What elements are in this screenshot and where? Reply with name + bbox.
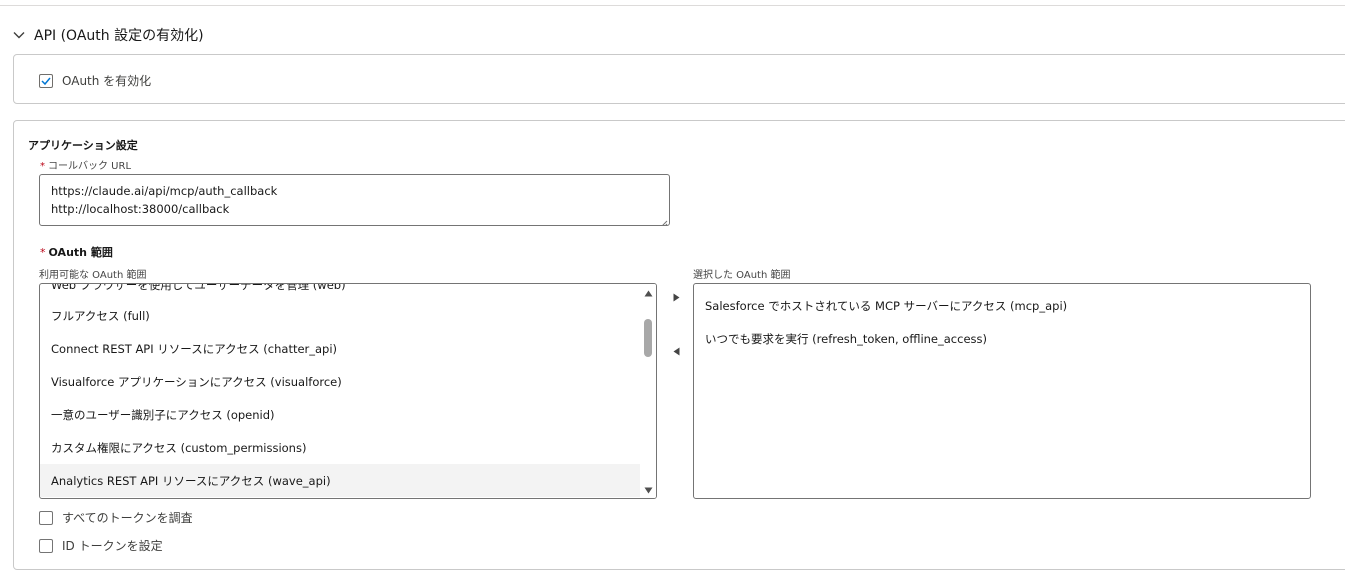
available-scope-option[interactable]: Visualforce アプリケーションにアクセス (visualforce): [40, 365, 641, 398]
callback-url-line: https://claude.ai/api/mcp/auth_callback: [51, 184, 278, 198]
introspect-tokens-checkbox[interactable]: [39, 510, 53, 525]
required-marker: *: [40, 246, 46, 259]
available-scopes-listbox[interactable]: Web ブラウザーを使用してユーザーデータを管理 (web) フルアクセス (f…: [39, 283, 657, 499]
available-scope-option[interactable]: Connect REST API リソースにアクセス (chatter_api): [40, 332, 641, 365]
enable-oauth-checkbox[interactable]: [39, 73, 53, 88]
available-scope-option-hovered[interactable]: Analytics REST API リソースにアクセス (wave_api): [40, 464, 641, 497]
available-scopes-scrollbar[interactable]: [640, 284, 656, 498]
available-scopes-label: 利用可能な OAuth 範囲: [39, 270, 147, 281]
move-left-icon[interactable]: [669, 344, 683, 358]
selected-scope-option[interactable]: いつでも要求を実行 (refresh_token, offline_access…: [694, 322, 1310, 355]
app-settings-heading: アプリケーション設定: [28, 139, 138, 152]
callback-url-label-text: コールバック URL: [48, 161, 132, 172]
resize-handle-icon[interactable]: [659, 215, 668, 225]
required-marker: *: [40, 161, 45, 172]
introspect-tokens-label: すべてのトークンを調査: [62, 511, 193, 525]
introspect-tokens-row[interactable]: すべてのトークンを調査: [39, 509, 193, 526]
scroll-up-icon[interactable]: [643, 288, 653, 298]
enable-oauth-row[interactable]: OAuth を有効化: [39, 72, 151, 89]
enable-oauth-panel: [13, 54, 1345, 104]
oauth-scopes-label-text: OAuth 範囲: [48, 246, 113, 259]
section-title: API (OAuth 設定の有効化): [34, 28, 204, 44]
configure-id-token-checkbox[interactable]: [39, 538, 53, 553]
callback-url-label: * コールバック URL: [40, 157, 131, 172]
selected-scopes-listbox[interactable]: Salesforce でホストされている MCP サーバーにアクセス (mcp_…: [693, 283, 1311, 499]
selected-scopes-label: 選択した OAuth 範囲: [693, 270, 791, 281]
available-scope-option[interactable]: 一意のユーザー識別子にアクセス (openid): [40, 398, 641, 431]
callback-url-line: http://localhost:38000/callback: [51, 202, 230, 216]
configure-id-token-row[interactable]: ID トークンを設定: [39, 537, 163, 554]
scroll-down-icon[interactable]: [643, 485, 653, 495]
available-scope-option[interactable]: カスタム権限にアクセス (custom_permissions): [40, 431, 641, 464]
oauth-scopes-label: * OAuth 範囲: [40, 244, 113, 260]
top-divider: [0, 5, 1345, 6]
callback-url-textarea[interactable]: https://claude.ai/api/mcp/auth_callback …: [39, 174, 670, 226]
configure-id-token-label: ID トークンを設定: [62, 539, 163, 553]
available-scope-option[interactable]: フルアクセス (full): [40, 299, 641, 332]
enable-oauth-label: OAuth を有効化: [62, 74, 152, 88]
selected-scope-option[interactable]: Salesforce でホストされている MCP サーバーにアクセス (mcp_…: [694, 289, 1310, 322]
chevron-down-icon: [12, 28, 26, 42]
scrollbar-thumb[interactable]: [644, 319, 652, 357]
move-right-icon[interactable]: [669, 290, 683, 304]
section-toggle-api[interactable]: API (OAuth 設定の有効化): [12, 24, 204, 46]
